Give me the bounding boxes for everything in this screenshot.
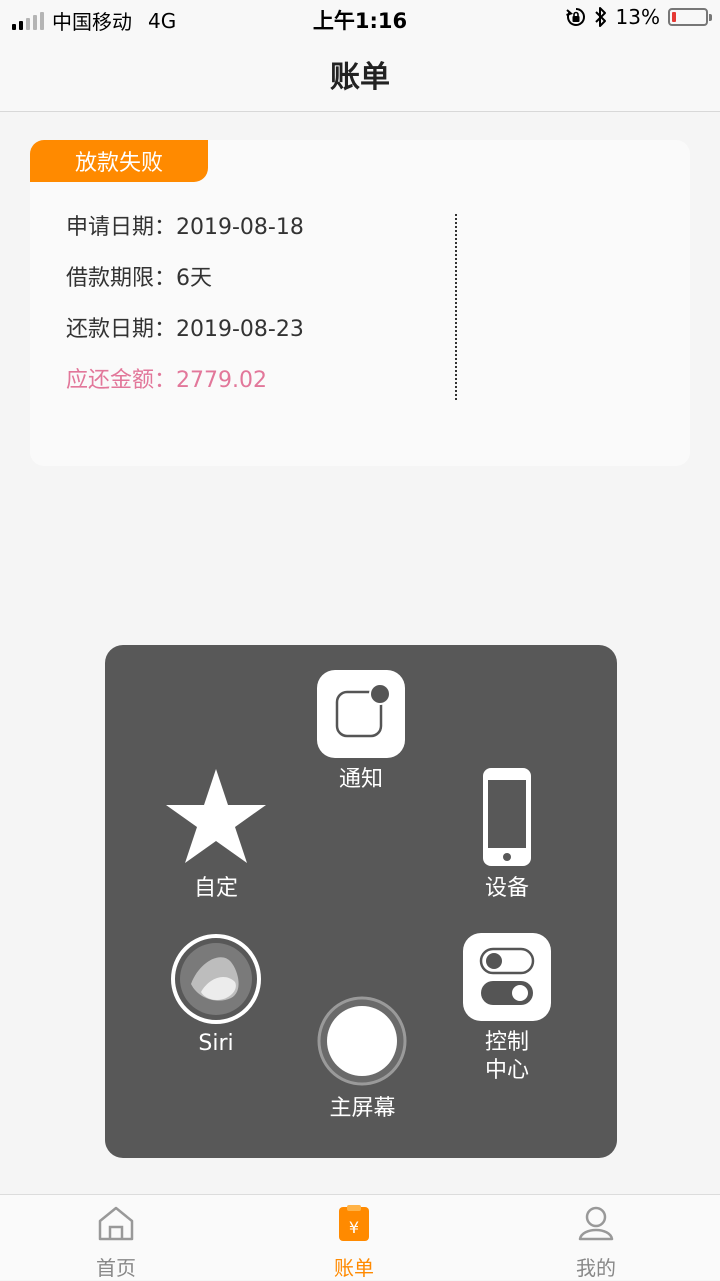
star-icon [166,769,266,863]
home-button-icon [317,996,407,1086]
control-center-tile [463,933,551,1021]
device-label: 设备 [484,876,529,901]
tab-profile-label: 我的 [576,1256,616,1280]
tab-bar: 首页 ¥ 账单 我的 [0,1194,720,1280]
amount-due: 应还金额：2779.02 [66,368,267,393]
home-screen-label: 主屏幕 [329,1096,396,1121]
home-screen-button[interactable]: 主屏幕 [305,995,420,1123]
home-icon [98,1206,134,1241]
bill-details: 申请日期：2019-08-18 借款期限：6天 还款日期：2019-08-23 … [66,212,304,416]
svg-text:¥: ¥ [349,1218,359,1237]
tab-home-label: 首页 [96,1256,136,1280]
notification-icon [335,683,391,738]
notification-label: 通知 [338,767,383,792]
dotted-divider [455,214,457,400]
status-bar: 中国移动 4G 上午1:16 13% [0,0,720,36]
status-right: 13% [565,5,712,29]
profile-icon [578,1206,614,1241]
notification-button[interactable]: 通知 [317,670,405,794]
siri-button[interactable]: Siri [169,932,263,1058]
siri-label: Siri [198,1031,234,1056]
siri-icon [171,934,261,1024]
bill-icon: ¥ [339,1205,369,1241]
tab-bill-label: 账单 [334,1256,374,1280]
battery-icon [668,8,712,26]
loan-term: 借款期限：6天 [66,266,212,291]
tab-profile[interactable]: 我的 [536,1203,656,1281]
apply-date: 申请日期：2019-08-18 [66,215,304,240]
loan-status-badge: 放款失败 [30,140,208,182]
nav-bar: 账单 [0,36,720,112]
orientation-lock-icon [565,8,585,26]
battery-percent: 13% [615,5,660,29]
repay-date: 还款日期：2019-08-23 [66,317,304,342]
battery-level [672,12,676,22]
custom-button[interactable]: 自定 [161,765,271,903]
device-button[interactable]: 设备 [465,767,549,903]
tab-bill[interactable]: ¥ 账单 [294,1203,414,1281]
bluetooth-icon [594,7,606,27]
control-center-button[interactable]: 控制 中心 [462,933,552,1085]
control-center-label: 控制 中心 [484,1030,529,1083]
notification-tile [317,670,405,758]
assistive-touch-menu: 通知 自定 设备 Siri 控制 中心 主屏幕 [105,645,617,1158]
bill-card[interactable]: 放款失败 申请日期：2019-08-18 借款期限：6天 还款日期：2019-0… [30,140,690,466]
control-center-icon [479,947,535,1005]
device-icon [483,768,531,866]
custom-label: 自定 [193,876,238,901]
page-title: 账单 [330,59,390,95]
tab-home[interactable]: 首页 [56,1203,176,1281]
